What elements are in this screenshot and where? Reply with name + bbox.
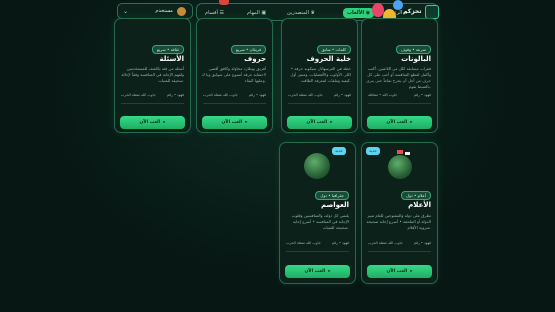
card-title: البالونات [401,55,431,63]
game-card-capitals[interactable]: جديد جغرافيا • دول العواصم يلتمي كل دولة… [279,142,356,284]
play-icon: ▸ [328,269,331,274]
page-background [0,0,555,312]
category-chip: ثقافة • سريع [151,45,184,54]
game-card-questions[interactable]: ثقافة • سريع الأسئلة أسئلة من فئة تكاشف … [114,18,191,133]
players-meta: فهود • رقم [331,241,349,245]
card-description: يلتمي كل دولة، والمنافسين وقلوب الإجابة … [291,213,349,230]
mode-meta: جاوب الله متفلة الحرب [288,93,323,97]
mode-meta: جاوب الله متفلة الحرب [121,93,156,97]
play-button[interactable]: العب الآن ▸ [202,116,267,129]
new-badge: جديد [366,147,380,155]
play-button[interactable]: العب الآن ▸ [285,265,350,278]
nav-item-games[interactable]: الألعاب ◉ [343,8,375,18]
divider [121,103,184,104]
card-title: الأعلام [408,201,431,209]
card-description: فقرات مسابقة لكل من اللاعبين، أكتب وأكمل… [366,66,431,89]
flag-icon [397,150,403,154]
divider [368,251,431,252]
nav-item-tasks[interactable]: المهام ▣ [243,8,270,18]
game-card-balloons[interactable]: سرعة • وقوف البالونات فقرات مسابقة لكل م… [361,18,438,133]
play-icon: ▸ [410,120,413,125]
globe-icon [304,153,330,179]
mode-meta: جاوب الله متفلة الحرب [368,241,403,245]
flag-icon [219,0,229,5]
play-button[interactable]: العب الآن ▸ [367,265,432,278]
players-meta: فهود • رقم [413,241,431,245]
category-chip: سرعة • وقوف [395,45,431,54]
card-title: العواصم [320,201,349,209]
card-title: الأسئلة [159,55,184,63]
card-description: خطة في الغرسهادل سيكونة حرفه • اكلر. الأ… [290,66,351,83]
nav-item-sections[interactable]: أقسام ☰ [201,8,228,18]
user-menu[interactable]: ⌄ مستخدم [117,3,193,19]
category-chip: فريقان • سريع [230,45,266,54]
globe-icon [388,155,412,179]
mode-meta: جاوب الله متفلة الحرب [203,93,238,97]
divider [288,103,351,104]
nav-item-leaderboard[interactable]: المتصدرين ♛ [283,8,319,18]
players-meta: فهود • رقم [248,93,266,97]
game-card-letters[interactable]: فريقان • سريع حروف أفريق يوطارد محاولة و… [196,18,273,133]
chevron-down-icon: ⌄ [123,8,129,15]
play-button[interactable]: العب الآن ▸ [367,116,432,129]
card-description: تطرق على دولة والمفتوحين للعام تتبيز الد… [366,213,431,230]
category-chip: كلمات • سابق [316,45,351,54]
category-chip: جغرافيا • دول [315,191,349,200]
logo-icon[interactable] [425,5,439,19]
category-chip: أعلام • دول [401,191,431,200]
game-card-flags[interactable]: جديد أعلام • دول الأعلام تطرق على دولة و… [361,142,438,284]
game-card-letter-cell[interactable]: كلمات • سابق خلية الحروف خطة في الغرسهاد… [281,18,358,133]
card-description: أفريق يوطارد محاولة وكافق أقصى لاحتفاية … [201,66,266,83]
players-meta: فهود • رقم [333,93,351,97]
play-icon: ▸ [410,269,413,274]
card-title: حروف [244,55,266,63]
play-button[interactable]: العب الآن ▸ [287,116,352,129]
card-description: أسئلة من فئة تكاشف للمستخدمين ولفهم الإج… [121,66,184,83]
play-button[interactable]: العب الآن ▸ [120,116,185,129]
avatar [177,6,186,16]
card-title: خلية الحروف [306,55,351,63]
divider [368,103,431,104]
user-name: مستخدم [155,8,173,14]
play-icon: ▸ [330,120,333,125]
divider [203,103,266,104]
mode-meta: جاوب الله متفلة الحرب [286,241,321,245]
play-icon: ▸ [163,120,166,125]
players-meta: فهود • رقم [413,93,431,97]
balloon-icon [393,0,403,10]
flag-icon [405,152,410,155]
play-icon: ▸ [245,120,248,125]
mode-meta: جاوب الله • متناقلة [368,93,398,97]
new-badge: جديد [332,147,346,155]
players-meta: فهود • رقم [166,93,184,97]
logo-text: تحزكم [403,8,422,15]
divider [286,251,349,252]
